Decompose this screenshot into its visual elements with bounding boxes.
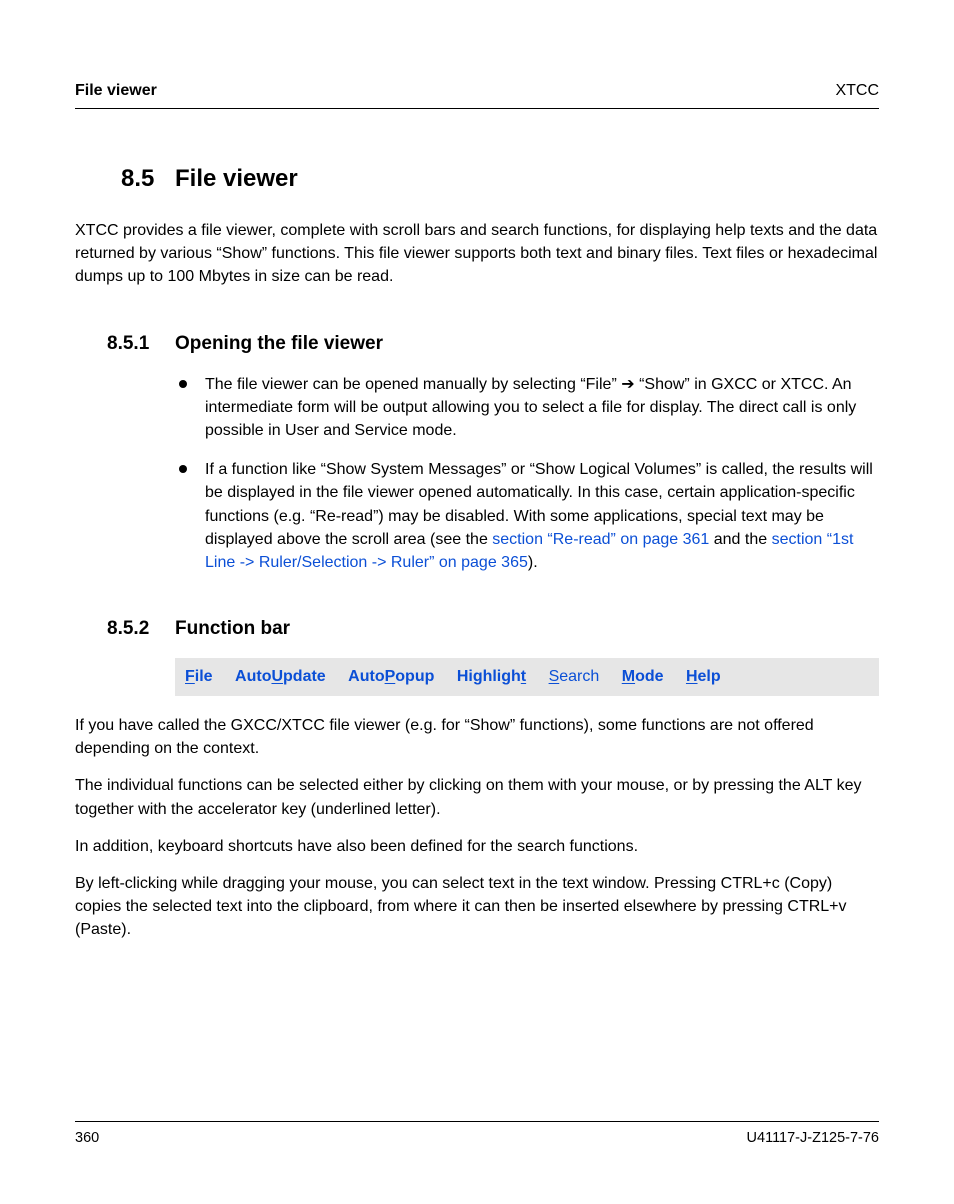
body-paragraph: If you have called the GXCC/XTCC file vi… — [75, 714, 879, 760]
menu-highlight[interactable]: Highlight — [457, 668, 526, 685]
section-heading: 8.5 File viewer — [75, 165, 879, 193]
header-right: XTCC — [835, 82, 879, 100]
menu-help[interactable]: Help — [686, 668, 721, 685]
bullet-text: ). — [528, 554, 538, 571]
arrow-icon: ➔ — [621, 376, 634, 393]
document-page: File viewer XTCC 8.5 File viewer XTCC pr… — [0, 0, 954, 1204]
bullet-list: The file viewer can be opened manually b… — [175, 373, 879, 575]
content-area: 8.5 File viewer XTCC provides a file vie… — [75, 109, 879, 942]
body-paragraph: By left-clicking while dragging your mou… — [75, 872, 879, 942]
bullet-text: and the — [709, 531, 771, 548]
menu-file[interactable]: File — [185, 668, 213, 685]
body-paragraph: In addition, keyboard shortcuts have als… — [75, 835, 879, 858]
intro-paragraph: XTCC provides a file viewer, complete wi… — [75, 219, 879, 289]
subsection-title-2: Function bar — [175, 618, 290, 640]
subsection-title-1: Opening the file viewer — [175, 333, 383, 355]
page-number: 360 — [75, 1130, 99, 1146]
body-paragraph: The individual functions can be selected… — [75, 774, 879, 820]
subsection-number-2: 8.5.2 — [75, 618, 175, 640]
subsection-heading-1: 8.5.1 Opening the file viewer — [75, 333, 879, 355]
function-bar: File AutoUpdate AutoPopup Highlight Sear… — [175, 658, 879, 696]
page-footer: 360 U41117-J-Z125-7-76 — [75, 1121, 879, 1146]
section-number: 8.5 — [75, 165, 175, 193]
cross-reference-link[interactable]: section “Re-read” on page 361 — [492, 531, 709, 548]
list-item: The file viewer can be opened manually b… — [175, 373, 879, 443]
document-id: U41117-J-Z125-7-76 — [747, 1130, 879, 1146]
menu-autoupdate[interactable]: AutoUpdate — [235, 668, 326, 685]
subsection-number-1: 8.5.1 — [75, 333, 175, 355]
menu-mode[interactable]: Mode — [622, 668, 664, 685]
running-header: File viewer XTCC — [75, 82, 879, 109]
menu-autopopup[interactable]: AutoPopup — [348, 668, 434, 685]
header-left: File viewer — [75, 82, 157, 100]
bullet-text: The file viewer can be opened manually b… — [205, 376, 621, 393]
section-title: File viewer — [175, 165, 298, 193]
menu-search[interactable]: Search — [549, 668, 600, 685]
subsection-heading-2: 8.5.2 Function bar — [75, 618, 879, 640]
list-item: If a function like “Show System Messages… — [175, 458, 879, 574]
